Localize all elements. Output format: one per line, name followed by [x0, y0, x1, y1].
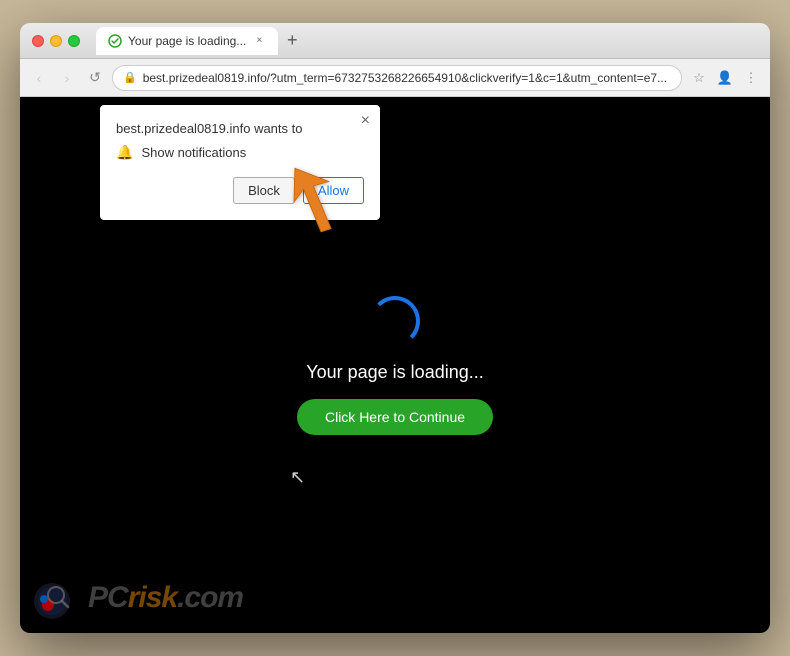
address-actions: ☆ 👤 ⋮ [688, 67, 762, 89]
address-bar: ‹ › ↺ 🔒 best.prizedeal0819.info/?utm_ter… [20, 59, 770, 97]
allow-button[interactable]: Allow [303, 177, 364, 204]
risk-text: risk [128, 581, 177, 614]
pc-text: PC [88, 581, 128, 614]
reload-button[interactable]: ↺ [84, 67, 106, 89]
maximize-button[interactable] [68, 35, 80, 47]
bell-icon: 🔔 [116, 144, 133, 161]
url-bar[interactable]: 🔒 best.prizedeal0819.info/?utm_term=6732… [112, 65, 682, 91]
tab-area: Your page is loading... × + [96, 27, 758, 55]
menu-button[interactable]: ⋮ [740, 67, 762, 89]
popup-close-button[interactable]: × [361, 113, 370, 129]
title-bar: Your page is loading... × + [20, 23, 770, 59]
popup-domain: best.prizedeal0819.info wants to [116, 121, 364, 136]
lock-icon: 🔒 [123, 71, 137, 84]
continue-button[interactable]: Click Here to Continue [297, 399, 493, 435]
back-button[interactable]: ‹ [28, 67, 50, 89]
close-button[interactable] [32, 35, 44, 47]
browser-content: Your page is loading... Click Here to Co… [20, 97, 770, 633]
popup-notification-row: 🔔 Show notifications [116, 144, 364, 161]
page-loading-text: Your page is loading... [306, 362, 483, 383]
new-tab-button[interactable]: + [278, 27, 306, 55]
pcrisk-watermark: PCrisk.com [30, 573, 243, 623]
minimize-button[interactable] [50, 35, 62, 47]
loading-spinner [370, 296, 420, 346]
pcrisk-text: PCrisk.com [88, 581, 243, 615]
popup-notification-text: Show notifications [141, 145, 246, 160]
account-button[interactable]: 👤 [714, 67, 736, 89]
mac-window: Your page is loading... × + ‹ › ↺ 🔒 best… [20, 23, 770, 633]
url-text: best.prizedeal0819.info/?utm_term=673275… [143, 71, 671, 85]
forward-button[interactable]: › [56, 67, 78, 89]
notification-popup: × best.prizedeal0819.info wants to 🔔 Sho… [100, 105, 380, 220]
active-tab[interactable]: Your page is loading... × [96, 27, 278, 55]
popup-buttons: Block Allow [116, 177, 364, 204]
domain-text: .com [177, 581, 243, 614]
tab-close-button[interactable]: × [252, 34, 266, 48]
tab-favicon [108, 34, 122, 48]
bookmark-button[interactable]: ☆ [688, 67, 710, 89]
tab-title: Your page is loading... [128, 34, 246, 48]
block-button[interactable]: Block [233, 177, 295, 204]
traffic-lights [32, 35, 80, 47]
pcrisk-logo [30, 573, 80, 623]
